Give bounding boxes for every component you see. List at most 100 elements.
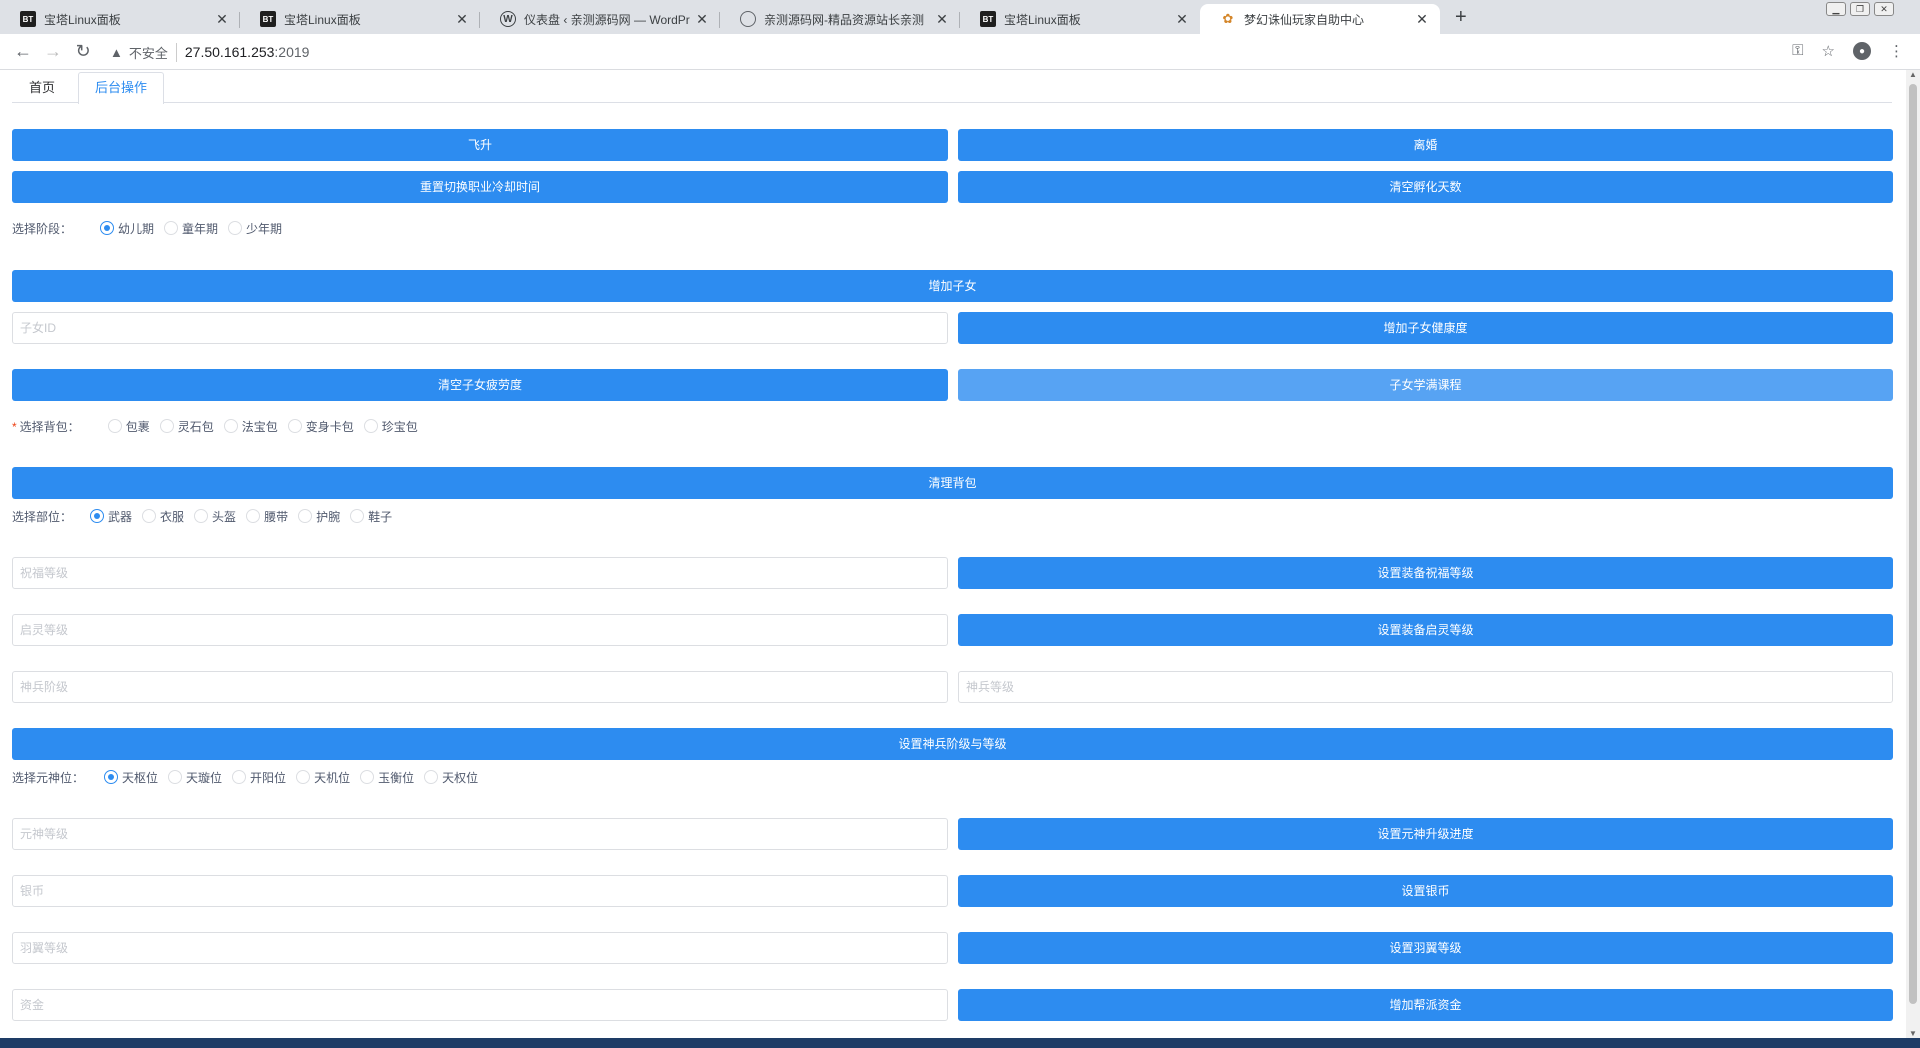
set-silver-button[interactable]: 设置银币 — [958, 875, 1893, 907]
radio-unchecked[interactable] — [424, 770, 439, 784]
radio-option[interactable]: 珍宝包 — [363, 418, 418, 435]
radio-unchecked[interactable] — [168, 770, 183, 784]
weapon-rank-input[interactable]: 神兵阶级 — [12, 671, 948, 703]
clear-child-fatigue-button[interactable]: 清空子女疲劳度 — [12, 369, 948, 401]
radio-unchecked[interactable] — [232, 770, 247, 784]
radio-label: 法宝包 — [241, 419, 278, 434]
radio-unchecked[interactable] — [360, 770, 375, 784]
radio-unchecked[interactable] — [246, 509, 261, 523]
radio-unchecked[interactable] — [296, 770, 311, 784]
new-tab-button[interactable]: + — [1455, 6, 1467, 29]
radio-option[interactable]: 天机位 — [296, 769, 350, 786]
back-icon[interactable]: ← — [8, 41, 38, 62]
radio-unchecked[interactable] — [363, 419, 378, 433]
close-icon[interactable]: ✕ — [934, 11, 950, 28]
radio-unchecked[interactable] — [223, 419, 238, 433]
radio-option[interactable]: 天权位 — [424, 769, 478, 786]
reset-job-cooldown-button[interactable]: 重置切换职业冷却时间 — [12, 171, 948, 203]
browser-tab[interactable]: BT 宝塔Linux面板 ✕ — [0, 4, 240, 34]
radio-unchecked[interactable] — [159, 419, 174, 433]
browser-tab-active[interactable]: ✿ 梦幻诛仙玩家自助中心 ✕ — [1200, 4, 1440, 34]
add-guild-fund-button[interactable]: 增加帮派资金 — [958, 989, 1893, 1021]
radio-unchecked[interactable] — [228, 221, 243, 235]
radio-option[interactable]: 天枢位 — [104, 769, 158, 786]
radio-option[interactable]: 玉衡位 — [360, 769, 414, 786]
restore-icon[interactable]: ❐ — [1850, 2, 1870, 16]
clear-bag-button[interactable]: 清理背包 — [12, 467, 1893, 499]
radio-unchecked[interactable] — [298, 509, 313, 523]
blessing-level-input[interactable]: 祝福等级 — [12, 557, 948, 589]
close-icon[interactable]: ✕ — [454, 11, 470, 28]
browser-tab[interactable]: 亲测源码网-精品资源站长亲测 ✕ — [720, 4, 960, 34]
radio-unchecked[interactable] — [194, 509, 209, 523]
radio-unchecked[interactable] — [287, 419, 302, 433]
browser-tab[interactable]: BT 宝塔Linux面板 ✕ — [960, 4, 1200, 34]
radio-option[interactable]: 头盔 — [194, 508, 236, 525]
radio-option[interactable]: 幼儿期 — [100, 220, 154, 237]
minimize-icon[interactable]: ▁ — [1826, 2, 1846, 16]
close-icon[interactable]: ✕ — [694, 11, 710, 28]
page-scrollbar[interactable]: ▲ ▼ — [1906, 70, 1920, 1038]
radio-unchecked[interactable] — [142, 509, 157, 523]
radio-unchecked[interactable] — [350, 509, 365, 523]
soul-level-input[interactable]: 元神等级 — [12, 818, 948, 850]
close-icon[interactable]: ✕ — [1174, 11, 1190, 28]
radio-option[interactable]: 腰带 — [246, 508, 288, 525]
forward-icon[interactable]: → — [38, 41, 68, 62]
awaken-level-input[interactable]: 启灵等级 — [12, 614, 948, 646]
close-window-icon[interactable]: ✕ — [1874, 2, 1894, 16]
toolbar-actions: ⚿ ☆ ● ⋮ — [1792, 42, 1904, 60]
radio-checked[interactable] — [104, 770, 119, 784]
set-weapon-button[interactable]: 设置神兵阶级与等级 — [12, 728, 1893, 760]
scroll-up-icon[interactable]: ▲ — [1906, 70, 1920, 79]
add-child-health-button[interactable]: 增加子女健康度 — [958, 312, 1893, 344]
fund-input[interactable]: 资金 — [12, 989, 948, 1021]
scrollbar-thumb[interactable] — [1909, 84, 1917, 1004]
radio-option[interactable]: 天璇位 — [168, 769, 222, 786]
soul-label: 选择元神位： — [12, 770, 85, 785]
star-icon[interactable]: ☆ — [1822, 42, 1835, 60]
child-learn-all-button[interactable]: 子女学满课程 — [958, 369, 1893, 401]
set-wing-button[interactable]: 设置羽翼等级 — [958, 932, 1893, 964]
close-icon[interactable]: ✕ — [1414, 11, 1430, 28]
radio-option[interactable]: 变身卡包 — [287, 418, 354, 435]
radio-option[interactable]: 灵石包 — [159, 418, 214, 435]
account-icon[interactable]: ● — [1853, 42, 1871, 60]
radio-option[interactable]: 武器 — [90, 508, 132, 525]
weapon-level-input[interactable]: 神兵等级 — [958, 671, 1893, 703]
radio-option[interactable]: 衣服 — [142, 508, 184, 525]
radio-checked[interactable] — [90, 509, 105, 523]
set-blessing-button[interactable]: 设置装备祝福等级 — [958, 557, 1893, 589]
radio-option[interactable]: 包裹 — [107, 418, 150, 435]
radio-option[interactable]: 鞋子 — [350, 508, 392, 525]
wing-level-input[interactable]: 羽翼等级 — [12, 932, 948, 964]
tab-home[interactable]: 首页 — [12, 72, 72, 104]
radio-option[interactable]: 少年期 — [228, 220, 282, 237]
child-id-input[interactable]: 子女ID — [12, 312, 948, 344]
address-bar[interactable]: ▲ 不安全 27.50.161.253:2019 — [110, 38, 1770, 66]
set-awaken-button[interactable]: 设置装备启灵等级 — [958, 614, 1893, 646]
radio-unchecked[interactable] — [107, 419, 122, 433]
divorce-button[interactable]: 离婚 — [958, 129, 1893, 161]
radio-option[interactable]: 护腕 — [298, 508, 340, 525]
close-icon[interactable]: ✕ — [214, 11, 230, 28]
radio-option[interactable]: 法宝包 — [223, 418, 278, 435]
radio-option[interactable]: 童年期 — [164, 220, 218, 237]
key-icon[interactable]: ⚿ — [1792, 42, 1803, 60]
browser-toolbar: ← → ↻ ▲ 不安全 27.50.161.253:2019 ⚿ ☆ ● ⋮ — [0, 34, 1920, 70]
set-soul-progress-button[interactable]: 设置元神升级进度 — [958, 818, 1893, 850]
globe-icon — [740, 11, 756, 27]
radio-checked[interactable] — [100, 221, 115, 235]
add-child-button[interactable]: 增加子女 — [12, 270, 1893, 302]
radio-option[interactable]: 开阳位 — [232, 769, 286, 786]
tab-backend[interactable]: 后台操作 — [78, 72, 165, 104]
menu-icon[interactable]: ⋮ — [1889, 42, 1904, 60]
silver-input[interactable]: 银币 — [12, 875, 948, 907]
browser-tab[interactable]: BT 宝塔Linux面板 ✕ — [240, 4, 480, 34]
reload-icon[interactable]: ↻ — [68, 41, 98, 62]
browser-tab[interactable]: W 仪表盘 ‹ 亲测源码网 — WordPr ✕ — [480, 4, 720, 34]
scroll-down-icon[interactable]: ▼ — [1906, 1029, 1920, 1038]
ascend-button[interactable]: 飞升 — [12, 129, 948, 161]
radio-unchecked[interactable] — [164, 221, 179, 235]
clear-incubation-button[interactable]: 清空孵化天数 — [958, 171, 1893, 203]
